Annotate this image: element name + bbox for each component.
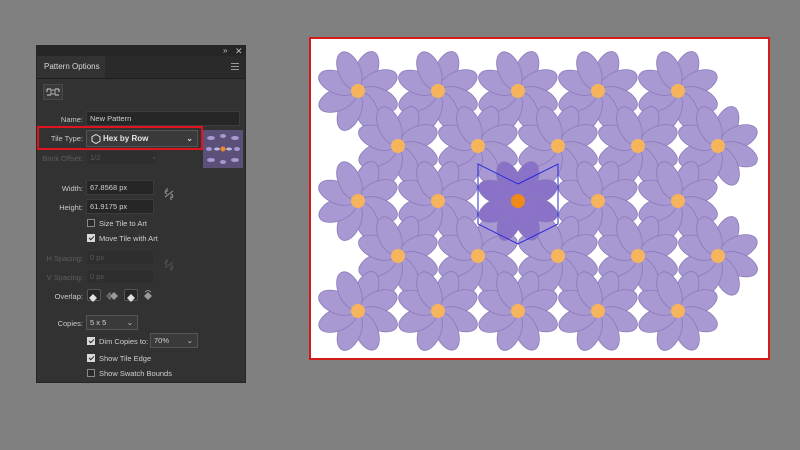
dim-copies-label: Dim Copies to:	[99, 337, 149, 346]
right-in-front-icon	[106, 292, 118, 300]
h-spacing-field: 0 px	[86, 250, 154, 265]
top-in-front-button[interactable]	[124, 289, 138, 302]
overlap-label: Overlap:	[54, 292, 83, 301]
copies-label: Copies:	[57, 319, 83, 328]
move-tile-checkbox[interactable]	[87, 234, 95, 242]
copies-value: 5 x 5	[90, 318, 107, 327]
dim-copies-select[interactable]: 70% ⌄	[150, 333, 198, 348]
spacing-link-icon	[164, 259, 174, 271]
height-label: Height:	[59, 203, 83, 212]
bottom-in-front-button[interactable]	[142, 289, 156, 301]
panel-menu-icon[interactable]	[231, 63, 239, 72]
width-label: Width:	[61, 184, 83, 193]
dim-copies-value: 70%	[154, 336, 170, 345]
show-swatch-bounds-label: Show Swatch Bounds	[99, 369, 172, 378]
v-spacing-field: 0 px	[86, 269, 154, 284]
tab-pattern-options[interactable]: Pattern Options	[37, 56, 105, 78]
link-chain-icon[interactable]	[163, 187, 175, 201]
chevron-down-icon: ⌄	[126, 318, 133, 327]
bottom-in-front-icon	[144, 289, 152, 300]
collapse-icon[interactable]: »	[223, 46, 227, 56]
copies-select[interactable]: 5 x 5 ⌄	[86, 315, 138, 330]
panel-title-bar: » ✕	[37, 46, 245, 56]
move-tile-label: Move Tile with Art	[99, 234, 158, 243]
show-swatch-bounds-checkbox[interactable]	[87, 369, 95, 377]
brick-offset-field: 1/2	[86, 150, 158, 165]
show-tile-edge-label: Show Tile Edge	[99, 354, 152, 363]
brick-offset-chevron-icon: ⌄	[151, 152, 158, 161]
left-in-front-button[interactable]	[87, 289, 101, 302]
height-field[interactable]: 61.9175 px	[86, 199, 154, 214]
h-spacing-label: H Spacing:	[46, 254, 83, 263]
size-tile-label: Size Tile to Art	[99, 219, 147, 228]
highlight-box	[37, 126, 203, 150]
right-in-front-button[interactable]	[105, 289, 119, 301]
v-spacing-label: V Spacing:	[46, 273, 83, 282]
pattern-options-panel: » ✕ Pattern Options Name: New Pattern Ti…	[36, 45, 246, 383]
panel-tab-row: Pattern Options	[37, 56, 245, 79]
chevron-down-icon: ⌄	[186, 336, 193, 345]
width-field[interactable]: 67.8568 px	[86, 180, 154, 195]
artboard[interactable]	[309, 37, 770, 360]
brick-offset-label: Brick Offset:	[42, 154, 83, 163]
pattern-preview[interactable]	[311, 39, 768, 358]
tile-preview-thumbnail	[203, 130, 243, 168]
pattern-tile-tool-icon	[46, 88, 60, 96]
pattern-tile-tool-button[interactable]	[43, 84, 63, 100]
name-label: Name:	[60, 115, 83, 124]
left-in-front-icon	[89, 294, 97, 302]
show-tile-edge-checkbox[interactable]	[87, 354, 95, 362]
top-in-front-icon	[127, 294, 135, 302]
dim-copies-checkbox[interactable]	[87, 337, 95, 345]
name-field[interactable]: New Pattern	[86, 111, 240, 126]
size-tile-checkbox[interactable]	[87, 219, 95, 227]
close-icon[interactable]: ✕	[235, 46, 243, 56]
